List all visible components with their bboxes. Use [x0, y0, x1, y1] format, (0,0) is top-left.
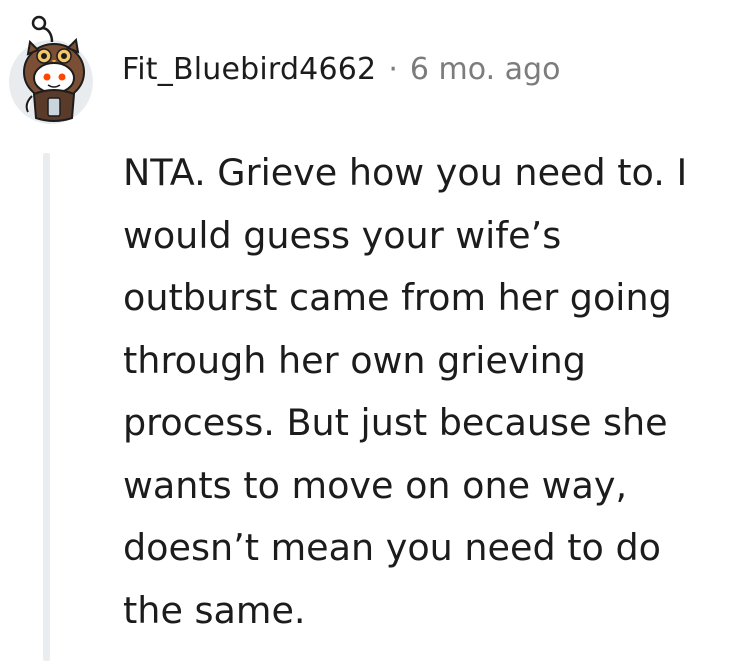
comment: Fit_Bluebird4662 · 6 mo. ago NTA. Grieve… [0, 0, 756, 661]
comment-body-line: NTA. Grieve how you need to. I [123, 151, 688, 194]
comment-header: Fit_Bluebird4662 · 6 mo. ago [8, 14, 560, 124]
comment-body-line: process. But just because she [123, 401, 668, 444]
avatar[interactable] [8, 14, 94, 124]
comment-body-line: doesn’t mean you need to do [123, 526, 661, 569]
comment-body-line: would guess your wife’s [123, 213, 562, 257]
meta-separator: · [388, 51, 398, 87]
comment-timestamp[interactable]: 6 mo. ago [410, 52, 561, 87]
author-name[interactable]: Fit_Bluebird4662 [122, 52, 376, 87]
comment-body-line: the same. [123, 588, 306, 632]
thread-collapse-line[interactable] [43, 153, 50, 661]
comment-body-line: wants to move on one way, [123, 463, 628, 507]
snoo-avatar-icon [9, 15, 93, 124]
comment-body-line: through her own grieving [123, 338, 586, 382]
comment-body: NTA. Grieve how you need to. I would gue… [123, 142, 743, 642]
comment-body-line: outburst came from her going [123, 276, 672, 319]
